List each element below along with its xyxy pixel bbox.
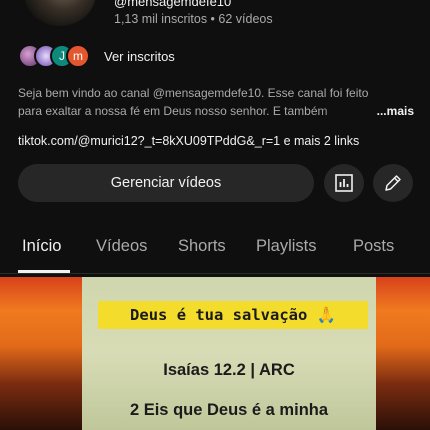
active-tab-indicator — [18, 270, 70, 273]
verse-reference: Isaías 12.2 | ARC — [163, 361, 295, 379]
manage-videos-button[interactable]: Gerenciar vídeos — [18, 164, 314, 202]
verse-banner: Deus é tua salvação 🙏 — [98, 301, 368, 329]
subscribers-row[interactable]: J m Ver inscritos — [18, 43, 175, 69]
featured-video-thumbnail[interactable]: Deus é tua salvação 🙏 Isaías 12.2 | ARC … — [0, 277, 430, 430]
subscriber-avatar: m — [66, 44, 90, 68]
tab-inicio[interactable]: Início — [22, 237, 61, 256]
channel-stats: 1,13 mil inscritos • 62 vídeos — [114, 12, 273, 26]
verse-text: 2 Eis que Deus é a minha — [129, 401, 329, 419]
tab-videos[interactable]: Vídeos — [96, 237, 147, 256]
tab-posts[interactable]: Posts — [353, 237, 394, 256]
edit-pencil-icon — [385, 175, 401, 191]
analytics-icon — [335, 174, 353, 192]
description-line: Seja bem vindo ao canal @mensagemdefe10.… — [18, 86, 369, 100]
analytics-button[interactable] — [324, 164, 364, 202]
channel-handle: @mensagemdefe10 — [114, 0, 232, 9]
more-link[interactable]: ...mais — [377, 102, 414, 120]
tab-playlists[interactable]: Playlists — [256, 237, 317, 256]
channel-links[interactable]: tiktok.com/@murici12?_t=8kXU09TPddG&_r=1… — [18, 134, 359, 148]
view-subscribers-link[interactable]: Ver inscritos — [104, 49, 175, 64]
channel-tabs: Início Vídeos Shorts Playlists Posts — [0, 222, 430, 274]
channel-avatar[interactable] — [24, 0, 96, 26]
description-line: para exaltar a nossa fé em Deus nosso se… — [18, 104, 328, 118]
edit-button[interactable] — [373, 164, 413, 202]
tab-shorts[interactable]: Shorts — [178, 237, 226, 256]
channel-description[interactable]: Seja bem vindo ao canal @mensagemdefe10.… — [18, 84, 414, 120]
